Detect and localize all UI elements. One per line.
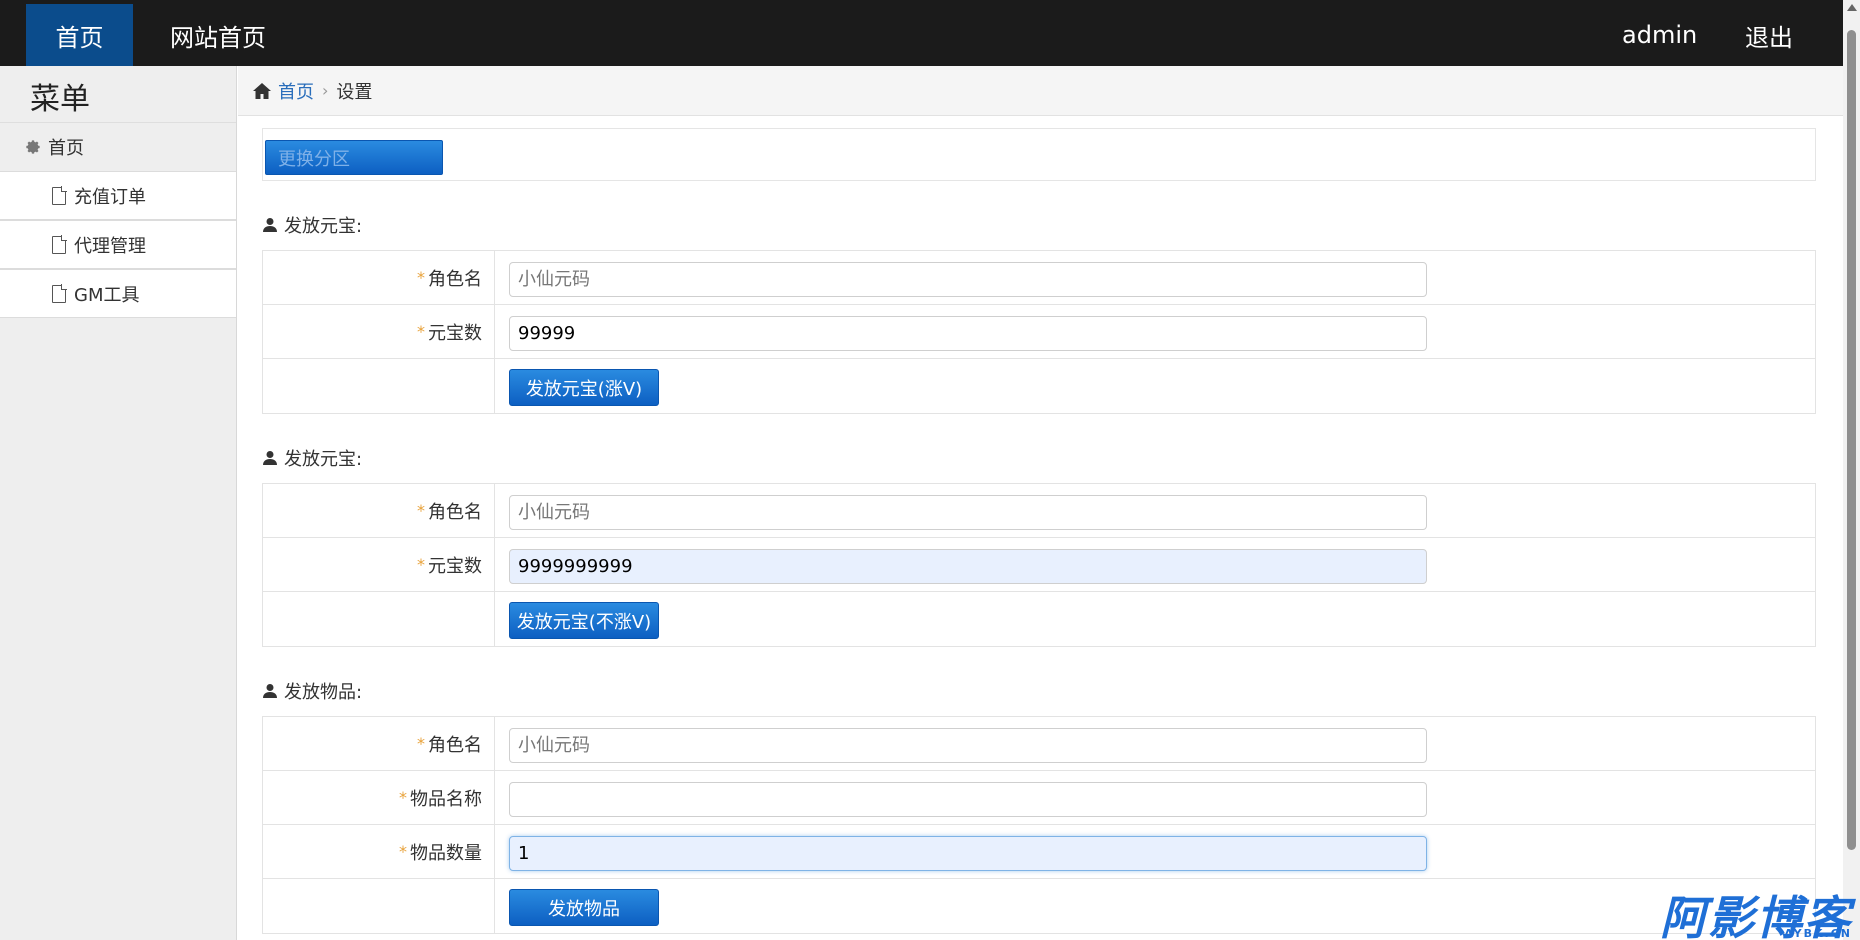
role-name-input[interactable] xyxy=(509,728,1427,763)
send-ingot-novip-button[interactable]: 发放元宝(不涨V) xyxy=(509,602,659,639)
breadcrumb-home-link[interactable]: 首页 xyxy=(278,78,314,104)
form-row: * 角色名 xyxy=(263,251,1815,305)
role-name-input[interactable] xyxy=(509,262,1427,297)
form-row: * 物品数量 xyxy=(263,825,1815,879)
form-row: 发放元宝(不涨V) xyxy=(263,592,1815,646)
scroll-thumb[interactable] xyxy=(1847,30,1856,850)
sidebar-title: 菜单 xyxy=(30,82,90,117)
form-row: * 物品名称 xyxy=(263,771,1815,825)
item-name-input[interactable] xyxy=(509,782,1427,817)
chevron-right-icon: › xyxy=(322,81,329,100)
nav-site-home-link[interactable]: 网站首页 xyxy=(170,4,266,66)
required-star: * xyxy=(417,734,425,753)
required-star: * xyxy=(399,842,407,861)
section-title-ingot-vip: 发放元宝: xyxy=(262,212,362,238)
sidebar-item-label: GM工具 xyxy=(74,284,140,306)
sidebar-item-gm-tools[interactable]: GM工具 xyxy=(0,269,236,318)
user-icon xyxy=(263,684,277,698)
send-ingot-vip-button[interactable]: 发放元宝(涨V) xyxy=(509,369,659,406)
ingot-amount-input[interactable] xyxy=(509,316,1427,351)
empty-label-cell xyxy=(263,592,495,646)
section-title-text: 发放元宝: xyxy=(284,449,363,470)
send-item-form: *角色名 *物品名称 *物品数量 发放物品 xyxy=(262,716,1816,934)
field-label: * 元宝数 xyxy=(263,305,495,358)
ingot-vip-form: *角色名 *元宝数 发放元宝(涨V) xyxy=(262,250,1816,414)
field-label: * 角色名 xyxy=(263,717,495,770)
sidebar-item-home[interactable]: 首页 xyxy=(0,123,236,171)
item-quantity-input[interactable] xyxy=(509,836,1427,871)
form-row: * 元宝数 xyxy=(263,305,1815,359)
sidebar-item-label: 代理管理 xyxy=(74,235,146,257)
empty-label-cell xyxy=(263,359,495,413)
form-row: * 元宝数 xyxy=(263,538,1815,592)
sidebar-item-recharge-orders[interactable]: 充值订单 xyxy=(0,171,236,220)
empty-label-cell xyxy=(263,879,495,933)
form-row: 发放物品 xyxy=(263,879,1815,933)
document-icon xyxy=(52,186,67,205)
sidebar-item-agent-management[interactable]: 代理管理 xyxy=(0,220,236,269)
field-label: * 角色名 xyxy=(263,251,495,304)
field-label: * 角色名 xyxy=(263,484,495,537)
ingot-amount-input[interactable] xyxy=(509,549,1427,584)
field-label: * 物品名称 xyxy=(263,771,495,824)
breadcrumb-current: 设置 xyxy=(336,81,373,103)
page-scrollbar[interactable] xyxy=(1843,0,1860,940)
user-icon xyxy=(263,451,277,465)
document-icon xyxy=(52,235,67,254)
role-name-input[interactable] xyxy=(509,495,1427,530)
nav-home-tab[interactable]: 首页 xyxy=(26,4,133,66)
section-title-ingot-novip: 发放元宝: xyxy=(262,445,362,471)
field-label: * 元宝数 xyxy=(263,538,495,591)
required-star: * xyxy=(417,555,425,574)
sidebar: 菜单 首页 充值订单 代理管理 GM工具 xyxy=(0,66,237,940)
required-star: * xyxy=(417,322,425,341)
watermark-logo: 阿影博客 AYBK.CN xyxy=(1660,888,1858,940)
send-item-button[interactable]: 发放物品 xyxy=(509,889,659,926)
form-row: * 角色名 xyxy=(263,717,1815,771)
form-row: 发放元宝(涨V) xyxy=(263,359,1815,413)
gear-icon xyxy=(26,140,40,154)
ingot-novip-form: *角色名 *元宝数 发放元宝(不涨V) xyxy=(262,483,1816,647)
top-navbar: 首页 网站首页 admin 退出 xyxy=(0,0,1843,66)
switch-zone-panel: 更换分区 xyxy=(262,128,1816,181)
sidebar-home-label: 首页 xyxy=(48,138,84,159)
home-icon xyxy=(253,82,271,99)
nav-logout-link[interactable]: 退出 xyxy=(1745,4,1793,66)
document-icon xyxy=(52,284,67,303)
section-title-items: 发放物品: xyxy=(262,678,362,704)
user-icon xyxy=(263,218,277,232)
switch-zone-button[interactable]: 更换分区 xyxy=(265,140,443,175)
sidebar-item-label: 充值订单 xyxy=(74,186,146,208)
required-star: * xyxy=(417,268,425,287)
watermark-subtext: AYBK.CN xyxy=(1784,927,1852,940)
breadcrumb: 首页 › 设置 xyxy=(238,66,1843,116)
required-star: * xyxy=(417,501,425,520)
form-row: * 角色名 xyxy=(263,484,1815,538)
scroll-up-arrow-icon[interactable] xyxy=(1847,4,1857,11)
section-title-text: 发放元宝: xyxy=(284,216,363,237)
section-title-text: 发放物品: xyxy=(284,682,363,703)
field-label: * 物品数量 xyxy=(263,825,495,878)
nav-username[interactable]: admin xyxy=(1622,4,1697,66)
required-star: * xyxy=(399,788,407,807)
